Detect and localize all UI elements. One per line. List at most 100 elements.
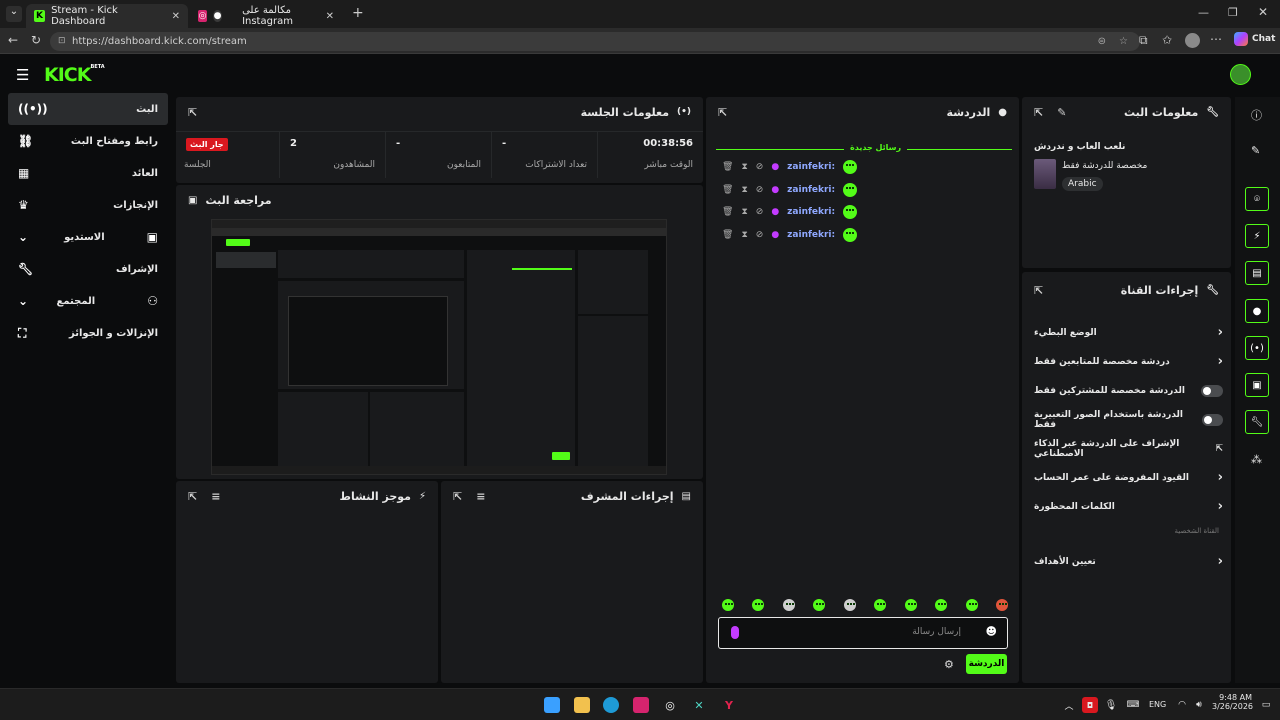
timeout-icon[interactable]: ⧗ [741,207,747,217]
emote-icon[interactable] [752,599,765,611]
chat-username[interactable]: zainfekri: [787,207,835,217]
ban-icon[interactable]: ⊘ [756,185,764,195]
chat-username[interactable]: zainfekri: [787,162,835,172]
emote-only-toggle[interactable] [1201,413,1223,426]
more-menu-icon[interactable]: ⋯ [1210,32,1222,46]
maximize-icon[interactable]: ❐ [1228,6,1238,19]
timeout-icon[interactable]: ⧗ [741,162,747,172]
close-tab-icon[interactable]: ✕ [172,11,180,22]
emoji-icon[interactable]: ☻ [986,625,997,638]
channel-action-account-age[interactable]: القيود المفروضة على عمر الحساب › [1022,463,1231,492]
popout-icon[interactable]: ⇱ [1034,106,1043,119]
microphone-icon[interactable]: 🎙︎ [1103,697,1119,713]
keyboard-icon[interactable]: ⌨ [1125,697,1141,713]
site-info-icon[interactable]: ⊡ [58,32,66,51]
windows-start-icon[interactable] [544,697,560,713]
send-chat-button[interactable]: الدردشة [966,654,1007,674]
chat-username[interactable]: zainfekri: [787,185,835,195]
popout-icon[interactable]: ⇱ [1034,284,1043,297]
profile-avatar[interactable] [1185,33,1200,48]
user-avatar[interactable] [1230,64,1251,85]
tab-instagram[interactable]: ◎ ● مكالمة على Instagram ✕ [190,4,342,28]
copilot-chat-button[interactable]: Chat [1234,32,1275,46]
chat-settings-icon[interactable]: ⚙ [944,658,954,671]
clock[interactable]: 9:48 AM 3/26/2026 [1212,693,1253,711]
sidebar-item-community[interactable]: ⌄ المجتمع ⚇ [8,285,168,317]
show-hidden-icons[interactable]: ︿ [1061,697,1077,713]
emote-icon[interactable] [874,599,887,611]
sidebar-item-moderation[interactable]: 🔧︎ الإشراف [8,253,168,285]
rail-button-chat[interactable]: ● [1245,299,1269,323]
emote-icon[interactable] [904,599,917,611]
delete-icon[interactable]: 🗑︎ [722,207,733,217]
capcut-icon[interactable]: ✕ [691,697,707,713]
ban-icon[interactable]: ⊘ [756,207,764,217]
layout-icon[interactable]: ⁂ [1251,453,1262,466]
chat-input[interactable]: إرسال رسالة ☻ [718,617,1008,649]
tray-app-icon[interactable]: ◘ [1082,697,1098,713]
popout-icon[interactable]: ⇱ [453,490,462,503]
back-icon[interactable]: ← [8,33,18,47]
channel-action-followers-only[interactable]: دردشة مخصصة للمتابعين فقط › [1022,347,1231,376]
rail-button-scan[interactable]: ⌾ [1245,187,1269,211]
kick-logo[interactable]: KICKBETA [44,64,105,86]
tab-kick-dashboard[interactable]: K Stream - Kick Dashboard ✕ [26,4,188,28]
sidebar-item-revenue[interactable]: ▦ العائد [8,157,168,189]
stream-preview-video[interactable] [211,219,667,475]
rail-button-mod-actions[interactable]: ▤ [1245,261,1269,285]
address-bar[interactable]: ⊡ https://dashboard.kick.com/stream ⊜ ☆ [50,32,1140,51]
sidebar-item-studio[interactable]: ⌄ الاستديو ▣ [8,221,168,253]
sidebar-item-stream-key[interactable]: ⛓ رابط ومفتاح البث [8,125,168,157]
minimize-icon[interactable]: — [1198,6,1209,19]
emote-icon[interactable] [813,599,826,611]
filter-icon[interactable]: ≡ [211,490,220,503]
extensions-icon[interactable]: ⧉ [1139,33,1148,48]
rail-button-activity[interactable]: ⚡︎ [1245,224,1269,248]
edit-icon[interactable]: ✎ [1057,106,1066,119]
sidebar-item-stream[interactable]: ((•)) البث [8,93,168,125]
reader-icon[interactable]: ⊜ [1098,32,1106,51]
channel-action-ai-moderation[interactable]: الإشراف على الدردشة عبر الذكاء الاصطناعي… [1022,434,1231,463]
channel-action-set-goals[interactable]: تعيين الأهداف › [1022,547,1231,576]
new-tab-icon[interactable]: + [352,5,364,21]
refresh-icon[interactable]: ↻ [31,33,41,47]
wifi-icon[interactable]: ◠ [1174,697,1190,713]
emote-icon[interactable] [995,599,1008,611]
emote-icon[interactable] [843,599,856,611]
channel-action-slow-mode[interactable]: الوضع البطيء › [1022,318,1231,347]
rail-button-channel-actions[interactable]: 🔧︎ [1245,410,1269,434]
close-window-icon[interactable]: ✕ [1258,5,1268,19]
file-explorer-icon[interactable] [574,697,590,713]
emote-icon[interactable] [722,599,734,611]
timeout-icon[interactable]: ⧗ [741,230,747,240]
chat-username[interactable]: zainfekri: [787,230,835,240]
filter-icon[interactable]: ≡ [476,490,485,503]
close-tab-icon[interactable]: ✕ [326,11,334,22]
favorite-star-icon[interactable]: ☆ [1119,32,1128,51]
language-indicator[interactable]: ENG [1149,700,1166,709]
yandex-icon[interactable]: Y [721,697,737,713]
mic-icon[interactable] [731,626,739,639]
popout-icon[interactable]: ⇱ [718,106,727,119]
popout-icon[interactable]: ⇱ [188,490,197,503]
timeout-icon[interactable]: ⧗ [741,185,747,195]
volume-icon[interactable]: 🔊︎ [1191,697,1207,713]
favorites-icon[interactable]: ✩ [1162,33,1172,47]
ban-icon[interactable]: ⊘ [756,162,764,172]
subscribers-only-toggle[interactable] [1201,384,1223,397]
rail-button-session[interactable]: (•) [1245,336,1269,360]
sidebar-item-achievements[interactable]: ♛ الإنجازات [8,189,168,221]
sidebar-item-drops[interactable]: ⛶ الإنزالات و الجوائز [8,317,168,349]
info-icon[interactable]: ⓘ [1251,107,1262,123]
popout-icon[interactable]: ⇱ [188,106,197,119]
rail-button-preview[interactable]: ▣ [1245,373,1269,397]
notifications-icon[interactable]: ▭ [1258,697,1274,713]
emote-icon[interactable] [935,599,948,611]
delete-icon[interactable]: 🗑︎ [722,185,733,195]
emote-icon[interactable] [782,599,795,611]
delete-icon[interactable]: 🗑︎ [722,162,733,172]
delete-icon[interactable]: 🗑︎ [722,230,733,240]
ban-icon[interactable]: ⊘ [756,230,764,240]
instagram-icon[interactable] [633,697,649,713]
channel-action-banned-words[interactable]: الكلمات المحظورة › [1022,492,1231,521]
